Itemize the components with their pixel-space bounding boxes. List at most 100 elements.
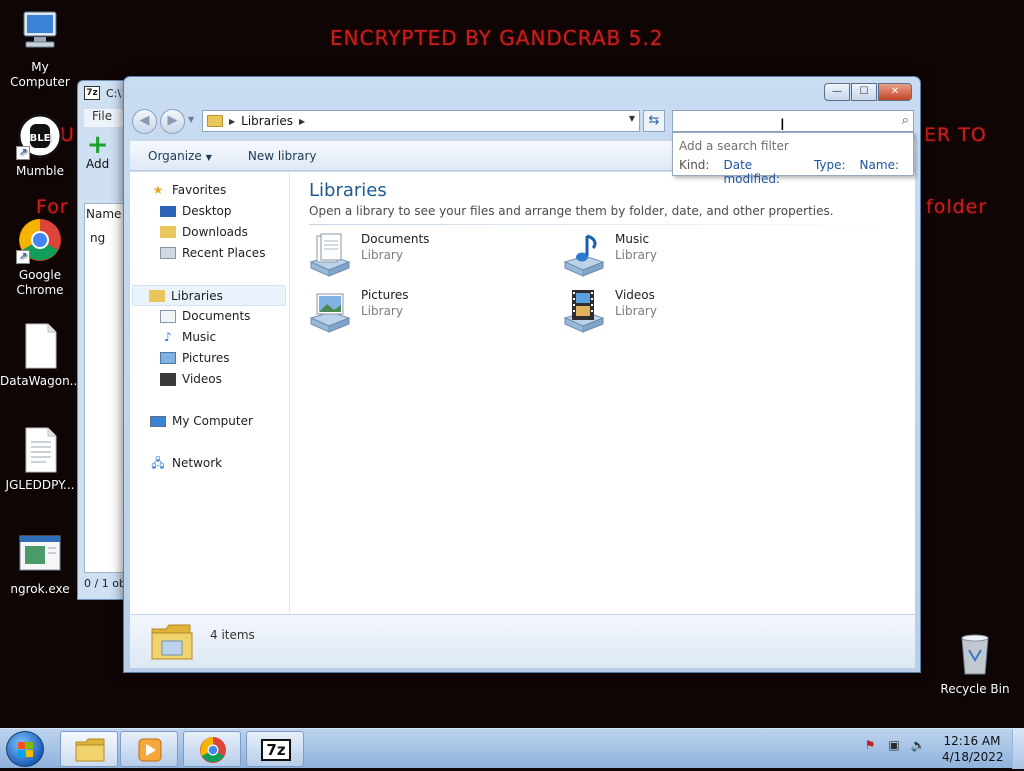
nav-item-libraries[interactable]: Libraries <box>132 285 286 306</box>
clock-time: 12:16 AM <box>943 734 1001 748</box>
recycle-bin-icon <box>951 630 999 678</box>
library-pictures[interactable]: Pictures Library <box>307 288 409 334</box>
documents-icon <box>160 309 176 323</box>
main-pane[interactable]: Libraries Open a library to see your fil… <box>291 172 915 614</box>
nav-item-videos[interactable]: Videos <box>160 372 222 386</box>
sevenzip-status: 0 / 1 ob <box>84 577 126 590</box>
film-strip-icon <box>160 372 176 386</box>
search-icon[interactable]: ⌕ <box>902 113 909 128</box>
nav-item-pictures[interactable]: Pictures <box>160 351 230 365</box>
library-name: Videos <box>615 288 655 302</box>
filter-type[interactable]: Type: <box>814 158 846 186</box>
library-type: Library <box>615 304 657 318</box>
desktop-icon-google-chrome[interactable]: ↗ Google Chrome <box>0 216 80 298</box>
sevenzip-app-icon: 7z <box>84 86 100 100</box>
search-box[interactable]: ⌕ <box>672 110 914 132</box>
forward-button[interactable]: ▶ <box>160 109 185 134</box>
network-icon: 🖧 <box>151 456 165 470</box>
nav-item-my-computer[interactable]: My Computer <box>150 414 253 428</box>
system-clock[interactable]: 12:16 AM 4/18/2022 <box>942 733 1004 765</box>
taskbar-media-player-button[interactable] <box>120 731 178 767</box>
breadcrumb-libraries[interactable]: Libraries <box>241 114 293 128</box>
library-documents[interactable]: Documents Library <box>307 232 429 278</box>
nav-item-documents[interactable]: Documents <box>160 309 250 323</box>
desktop-icon-jgleddpy[interactable]: JGLEDDPY... <box>0 426 80 493</box>
back-button[interactable]: ◀ <box>132 109 157 134</box>
desktop-icon-mumble[interactable]: BLE ↗ Mumble <box>0 112 80 179</box>
action-center-flag-icon[interactable]: ⚑ <box>862 737 878 753</box>
libraries-folder-icon <box>150 621 194 661</box>
library-videos[interactable]: Videos Library <box>561 288 657 334</box>
breadcrumb-separator-icon[interactable]: ▶ <box>299 117 305 126</box>
navigation-pane[interactable]: ★ Favorites Desktop Downloads Recent Plac… <box>130 172 290 614</box>
desktop-icon <box>160 205 176 217</box>
search-input[interactable] <box>673 111 883 131</box>
nav-item-desktop[interactable]: Desktop <box>160 204 232 218</box>
library-name: Pictures <box>361 288 409 302</box>
sevenzip-file-row[interactable]: ng <box>90 231 105 245</box>
nav-item-favorites[interactable]: ★ Favorites <box>150 183 227 197</box>
address-bar[interactable]: ▶ Libraries ▶ ▼ <box>202 110 640 132</box>
videos-library-icon <box>561 288 607 334</box>
filter-kind[interactable]: Kind: <box>679 158 709 186</box>
arrow-right-icon: ▶ <box>167 113 178 128</box>
address-dropdown-icon[interactable]: ▼ <box>629 114 635 123</box>
desktop-icon-label: Google Chrome <box>16 268 64 297</box>
taskbar-explorer-button[interactable] <box>60 731 118 767</box>
pictures-library-icon <box>307 288 353 334</box>
nav-item-music[interactable]: ♪ Music <box>160 330 216 344</box>
navigation-bar: ◀ ▶ ▼ ▶ Libraries ▶ ▼ ⇆ ⌕ <box>130 107 914 135</box>
nav-label: Documents <box>182 309 251 323</box>
mumble-icon: BLE ↗ <box>16 112 64 160</box>
recent-pages-dropdown[interactable]: ▼ <box>188 115 194 124</box>
desktop-icon-my-computer[interactable]: My Computer <box>0 8 80 90</box>
computer-icon <box>16 8 64 56</box>
start-button[interactable] <box>6 731 44 767</box>
filter-name[interactable]: Name: <box>860 158 899 186</box>
nav-item-recent-places[interactable]: Recent Places <box>160 246 265 260</box>
nav-item-downloads[interactable]: Downloads <box>160 225 248 239</box>
clock-date: 4/18/2022 <box>942 750 1004 764</box>
nav-label: Network <box>172 456 223 470</box>
pictures-icon <box>160 352 176 364</box>
sevenzip-file-menu[interactable]: File <box>84 109 124 127</box>
new-library-button[interactable]: New library <box>230 149 335 163</box>
star-icon: ★ <box>152 183 164 197</box>
nav-label: Desktop <box>182 204 232 218</box>
wallpaper-ransom-title: ENCRYPTED BY GANDCRAB 5.2 <box>330 26 664 50</box>
downloads-folder-icon <box>160 226 176 238</box>
libraries-icon <box>149 289 165 302</box>
nav-item-network[interactable]: 🖧 Network <box>150 456 222 470</box>
minimize-button[interactable]: — <box>824 83 850 101</box>
shortcut-arrow-icon: ↗ <box>16 146 30 160</box>
system-tray: ⚑ ▣ 🔈 <box>862 737 934 753</box>
nav-label: Music <box>182 330 217 344</box>
search-filter-popup: Add a search filter Kind: Date modified:… <box>672 132 914 186</box>
filter-date-modified[interactable]: Date modified: <box>723 158 799 186</box>
refresh-button[interactable]: ⇆ <box>643 110 665 132</box>
organize-button[interactable]: Organize ▼ <box>130 149 230 163</box>
window-caption-buttons: — ☐ ✕ <box>823 83 912 101</box>
svg-text:BLE: BLE <box>30 133 51 144</box>
wallpaper-text-right-2: folder <box>926 196 988 218</box>
sevenzip-column-name[interactable]: Name <box>86 207 121 221</box>
search-filter-list: Kind: Date modified: Type: Name: <box>679 158 913 186</box>
desktop-icon-datawagon[interactable]: DataWagon... <box>0 322 81 389</box>
library-music[interactable]: Music Library <box>561 232 657 278</box>
breadcrumb-separator-icon[interactable]: ▶ <box>229 117 235 126</box>
show-desktop-button[interactable] <box>1012 729 1024 769</box>
explorer-window[interactable]: — ☐ ✕ ◀ ▶ ▼ ▶ Libraries ▶ ▼ ⇆ ⌕ I Add a … <box>123 76 921 673</box>
taskbar-chrome-button[interactable] <box>183 731 241 767</box>
taskbar-7zip-button[interactable]: 7z <box>246 731 304 767</box>
maximize-button[interactable]: ☐ <box>851 83 877 101</box>
desktop-icon-recycle-bin[interactable]: Recycle Bin <box>935 630 1015 697</box>
network-icon[interactable]: ▣ <box>886 737 902 753</box>
volume-icon[interactable]: 🔈 <box>910 737 926 753</box>
desktop-icon-label: JGLEDDPY... <box>5 478 75 492</box>
desktop-icon-ngrok[interactable]: ngrok.exe <box>0 530 80 597</box>
library-name: Music <box>615 232 650 246</box>
text-file-icon <box>16 426 64 474</box>
item-count: 4 items <box>210 628 255 642</box>
close-button[interactable]: ✕ <box>878 83 912 101</box>
sevenzip-add-button[interactable]: + Add <box>86 132 109 171</box>
